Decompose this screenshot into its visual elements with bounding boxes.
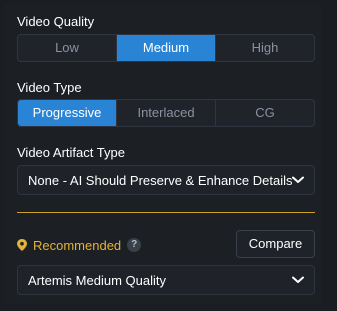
video-artifact-type-dropdown[interactable]: None - AI Should Preserve & Enhance Deta… [17, 165, 315, 195]
video-quality-option-low[interactable]: Low [18, 35, 117, 61]
location-pin-icon [17, 239, 27, 251]
video-type-option-interlaced[interactable]: Interlaced [117, 100, 216, 126]
recommended-label: Recommended [33, 237, 122, 253]
video-quality-segmented-control: Low Medium High [17, 34, 315, 62]
video-quality-option-medium[interactable]: Medium [117, 35, 216, 61]
question-mark-icon[interactable]: ? [127, 238, 142, 252]
recommended-header: Recommended ? [17, 236, 142, 254]
video-artifact-type-label: Video Artifact Type [17, 145, 125, 160]
recommended-model-dropdown[interactable]: Artemis Medium Quality [17, 265, 315, 295]
video-type-segmented-control: Progressive Interlaced CG [17, 99, 315, 127]
recommended-model-value: Artemis Medium Quality [28, 272, 166, 288]
video-type-option-progressive[interactable]: Progressive [18, 100, 117, 126]
video-artifact-type-value: None - AI Should Preserve & Enhance Deta… [28, 172, 292, 188]
chevron-down-icon [292, 176, 304, 183]
chevron-down-icon [292, 276, 304, 283]
compare-button[interactable]: Compare [236, 230, 315, 258]
video-type-option-cg[interactable]: CG [216, 100, 314, 126]
video-quality-option-high[interactable]: High [216, 35, 314, 61]
video-quality-label: Video Quality [17, 14, 95, 29]
video-type-label: Video Type [17, 80, 82, 95]
video-settings-panel: Video Quality Low Medium High Video Type… [4, 4, 322, 304]
section-divider [17, 212, 315, 213]
